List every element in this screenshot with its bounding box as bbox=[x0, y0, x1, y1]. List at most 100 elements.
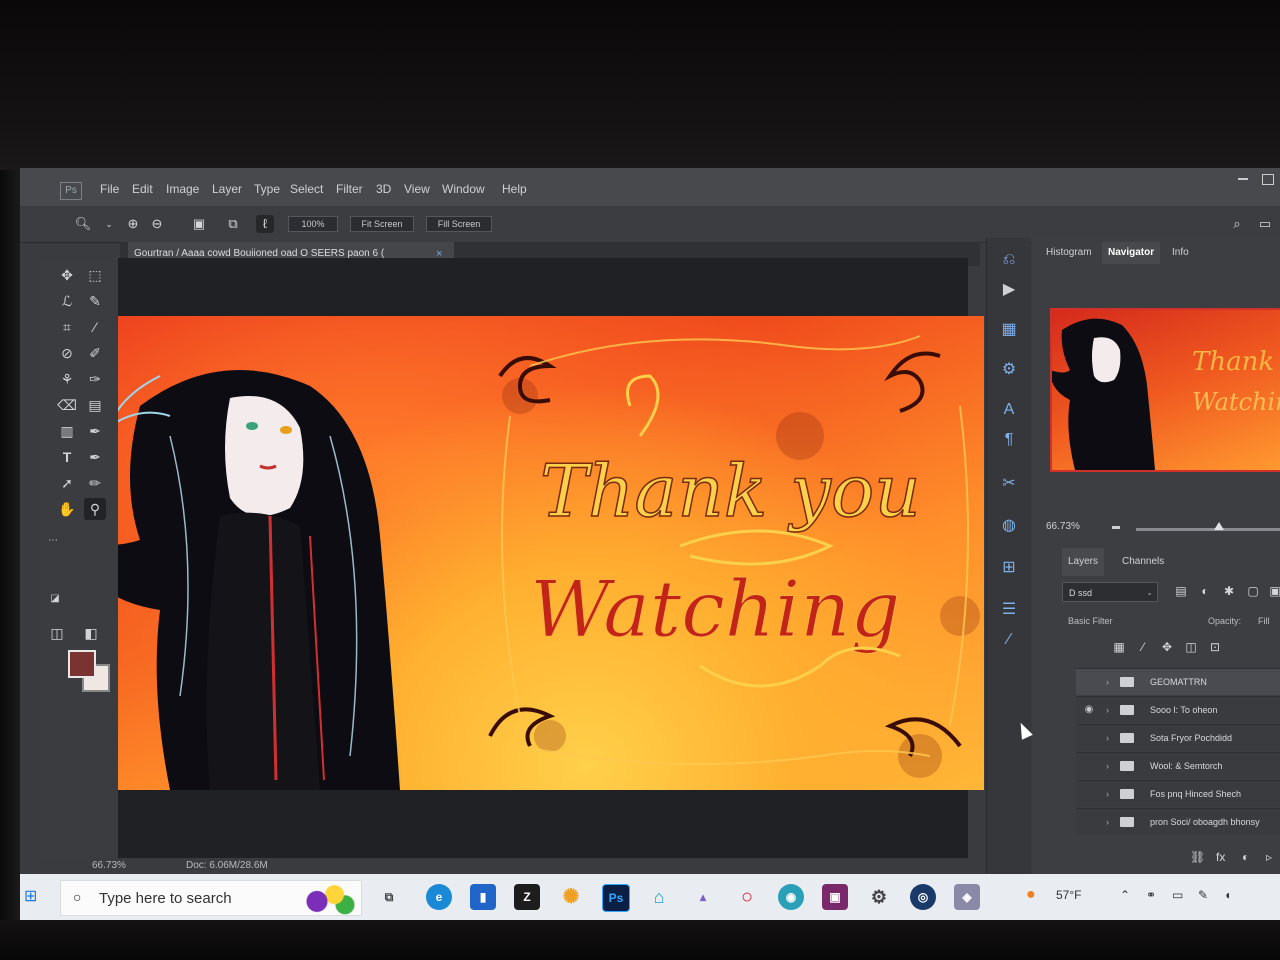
layer-visibility-icon[interactable] bbox=[1082, 759, 1096, 773]
fit-screen-button[interactable]: Fit Screen bbox=[350, 216, 414, 232]
lock-artboard-icon[interactable]: ◫ bbox=[1182, 638, 1200, 656]
blend-mode-select[interactable]: D ssd ⌄ bbox=[1062, 582, 1158, 602]
weather-icon[interactable]: ● bbox=[1026, 886, 1036, 904]
properties-icon[interactable]: ☰ bbox=[997, 598, 1021, 622]
layer-visibility-icon[interactable] bbox=[1082, 731, 1096, 745]
clone-stamp-icon[interactable]: ⚘ bbox=[56, 368, 78, 390]
tray-app-icon[interactable]: ⚭ bbox=[1146, 888, 1156, 902]
actions-play-icon[interactable]: ▶ bbox=[997, 278, 1021, 302]
steam-icon[interactable]: ◎ bbox=[910, 884, 936, 910]
menu-3d[interactable]: 3D bbox=[376, 182, 391, 196]
layer-expand-icon[interactable]: › bbox=[1106, 697, 1109, 723]
layer-visibility-icon[interactable] bbox=[1082, 815, 1096, 829]
app-round-icon[interactable]: ◉ bbox=[778, 884, 804, 910]
menu-layer[interactable]: Layer bbox=[212, 182, 242, 196]
eraser-icon[interactable]: ⌫ bbox=[56, 394, 78, 416]
artboard-tool-icon[interactable]: ⬚ bbox=[84, 264, 106, 286]
tab-info[interactable]: Info bbox=[1166, 242, 1195, 264]
pen-tray-icon[interactable]: ✎ bbox=[1198, 888, 1208, 902]
menu-help[interactable]: Help bbox=[502, 182, 527, 196]
pen-tool-icon[interactable]: ✒ bbox=[84, 446, 106, 468]
status-zoom-level[interactable]: 66.73% bbox=[92, 860, 126, 871]
paint-app-icon[interactable]: ▴ bbox=[690, 884, 716, 910]
file-explorer-icon[interactable]: ⌂ bbox=[646, 884, 672, 910]
layer-style-icon[interactable]: fx bbox=[1216, 850, 1225, 864]
network-icon[interactable]: ▭ bbox=[1172, 888, 1183, 902]
menu-image[interactable]: Image bbox=[166, 182, 199, 196]
layer-row[interactable]: › GEOMATTRN bbox=[1076, 668, 1280, 695]
scrubby-zoom-icon[interactable]: ℓ bbox=[256, 215, 274, 233]
navigator-zoom-slider-knob[interactable] bbox=[1214, 522, 1224, 530]
resize-windows-icon[interactable]: ▣ bbox=[190, 215, 208, 233]
restore-icon[interactable] bbox=[1262, 174, 1274, 185]
lasso-tool-icon[interactable]: ℒ bbox=[56, 290, 78, 312]
menu-view[interactable]: View bbox=[404, 182, 430, 196]
photoshop-taskbar-icon[interactable]: Ps bbox=[602, 884, 630, 912]
navigator-thumbnail[interactable]: Thank you Watching bbox=[1050, 308, 1280, 472]
navigator-zoom-value[interactable]: 66.73% bbox=[1046, 521, 1080, 532]
zoom-all-icon[interactable]: ⧉ bbox=[224, 215, 242, 233]
store-app-icon[interactable]: ▮ bbox=[470, 884, 496, 910]
lock-transparent-icon[interactable]: ▦ bbox=[1110, 638, 1128, 656]
layer-expand-icon[interactable]: › bbox=[1106, 669, 1109, 695]
zoom-out-icon[interactable]: ⊖ bbox=[148, 215, 166, 233]
blur-tool-icon[interactable]: ▥ bbox=[56, 420, 78, 442]
screen-mode-icon[interactable]: ◧ bbox=[80, 622, 102, 644]
filter-adjust-icon[interactable]: ◐ bbox=[1196, 582, 1214, 600]
lock-move-icon[interactable]: ✥ bbox=[1158, 638, 1176, 656]
path-select-icon[interactable]: ➚ bbox=[56, 472, 78, 494]
new-group-icon[interactable]: ▹ bbox=[1266, 850, 1272, 864]
layer-row[interactable]: ◉ › Sooo l: To oheon bbox=[1076, 696, 1280, 723]
layer-expand-icon[interactable]: › bbox=[1106, 725, 1109, 751]
character-icon[interactable]: A bbox=[997, 398, 1021, 422]
tool-preset-chevron-icon[interactable]: ⌄ bbox=[100, 215, 118, 233]
edit-toolbar-icon[interactable]: ⋯ bbox=[42, 530, 64, 552]
filter-type-icon[interactable]: ✱ bbox=[1220, 582, 1238, 600]
layer-visibility-icon[interactable]: ◉ bbox=[1082, 703, 1096, 717]
tab-layers[interactable]: Layers bbox=[1062, 548, 1105, 576]
healing-brush-icon[interactable]: ⊘ bbox=[56, 342, 78, 364]
menu-select[interactable]: Select bbox=[290, 182, 323, 196]
workspace-icon[interactable]: ▭ bbox=[1256, 215, 1274, 233]
layer-expand-icon[interactable]: › bbox=[1106, 781, 1109, 807]
search-icon[interactable]: ⌕ bbox=[1228, 215, 1246, 233]
layer-row[interactable]: › pron Soci/ oboagdh bhonsy bbox=[1076, 808, 1280, 835]
zoom-in-icon[interactable]: ⊕ bbox=[124, 215, 142, 233]
zoom-out-small-icon[interactable] bbox=[1112, 526, 1120, 529]
zoom-tool-icon[interactable]: ⚲ bbox=[84, 498, 106, 520]
zoom-app-icon[interactable]: Z bbox=[514, 884, 540, 910]
dodge-tool-icon[interactable]: ✒ bbox=[84, 420, 106, 442]
menu-window[interactable]: Window bbox=[442, 182, 485, 196]
foreground-color-swatch[interactable] bbox=[68, 650, 96, 678]
hand-tool-icon[interactable]: ✋ bbox=[56, 498, 78, 520]
globe-icon[interactable]: ◍ bbox=[997, 514, 1021, 538]
menu-filter[interactable]: Filter bbox=[336, 182, 363, 196]
filter-smart-icon[interactable]: ▣ bbox=[1266, 582, 1280, 600]
zoom-tool-icon[interactable]: 🔍︎ bbox=[74, 215, 92, 233]
brush-settings-icon[interactable]: ⁄ bbox=[997, 628, 1021, 652]
character-app-icon[interactable]: ◈ bbox=[954, 884, 980, 910]
layer-row[interactable]: › Wool: & Semtorch bbox=[1076, 752, 1280, 779]
taskbar-search-input[interactable]: ○ Type here to search bbox=[60, 880, 362, 916]
game-app-icon[interactable]: ▣ bbox=[822, 884, 848, 910]
layer-visibility-icon[interactable] bbox=[1082, 787, 1096, 801]
zoom-100-button[interactable]: 100% bbox=[288, 216, 338, 232]
tools-preset-icon[interactable]: ✂ bbox=[997, 472, 1021, 496]
move-tool-icon[interactable]: ✥ bbox=[56, 264, 78, 286]
menu-type[interactable]: Type bbox=[254, 182, 280, 196]
layer-expand-icon[interactable]: › bbox=[1106, 753, 1109, 779]
filter-pixel-icon[interactable]: ▤ bbox=[1172, 582, 1190, 600]
minimize-icon[interactable] bbox=[1238, 178, 1248, 181]
lock-all-icon[interactable]: ⊡ bbox=[1206, 638, 1224, 656]
swatches-icon[interactable]: ▦ bbox=[997, 318, 1021, 342]
edge-browser-icon[interactable]: e bbox=[426, 884, 452, 910]
fill-screen-button[interactable]: Fill Screen bbox=[426, 216, 492, 232]
quick-select-icon[interactable]: ✎ bbox=[84, 290, 106, 312]
default-colors-icon[interactable]: ◪ bbox=[44, 588, 66, 610]
adjustments-icon[interactable]: ⚙ bbox=[997, 358, 1021, 382]
crop-tool-icon[interactable]: ⌗ bbox=[56, 316, 78, 338]
adjustment-layer-icon[interactable]: ◐ bbox=[1242, 850, 1249, 864]
opera-browser-icon[interactable]: ○ bbox=[734, 884, 760, 910]
task-view-icon[interactable]: ⧉ bbox=[376, 884, 402, 910]
history-brush-icon[interactable]: ✑ bbox=[84, 368, 106, 390]
